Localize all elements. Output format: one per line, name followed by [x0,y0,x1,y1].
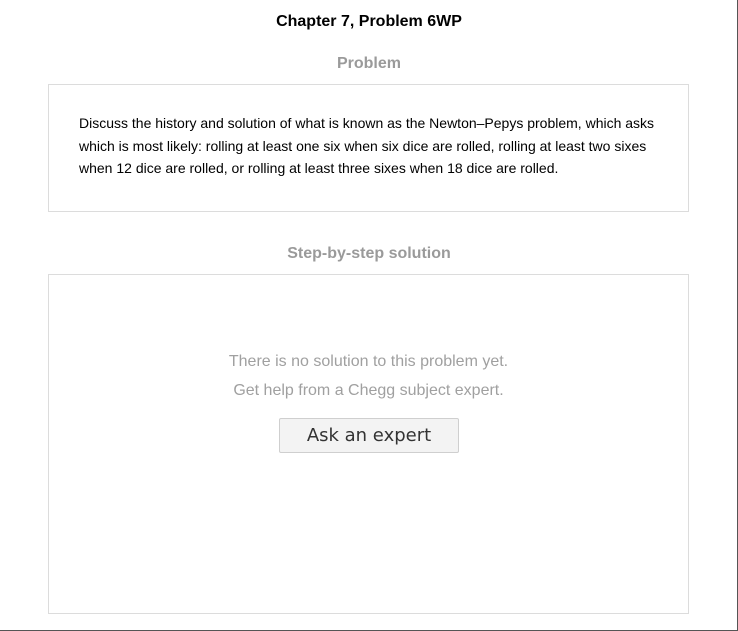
solution-heading: Step-by-step solution [287,245,451,262]
no-solution-message: There is no solution to this problem yet… [228,353,509,370]
problem-heading: Problem [336,55,401,72]
page-title: Chapter 7, Problem 6WP [276,13,462,30]
solution-panel: There is no solution to this problem yet… [48,274,689,614]
problem-text: Discuss the history and solution of what… [79,115,655,176]
page: Chapter 7, Problem 6WP Problem Discuss t… [0,0,738,631]
ask-expert-button[interactable]: Ask an expert [279,418,459,453]
expert-help-message: Get help from a Chegg subject expert. [233,382,504,399]
problem-panel: Discuss the history and solution of what… [48,84,689,212]
